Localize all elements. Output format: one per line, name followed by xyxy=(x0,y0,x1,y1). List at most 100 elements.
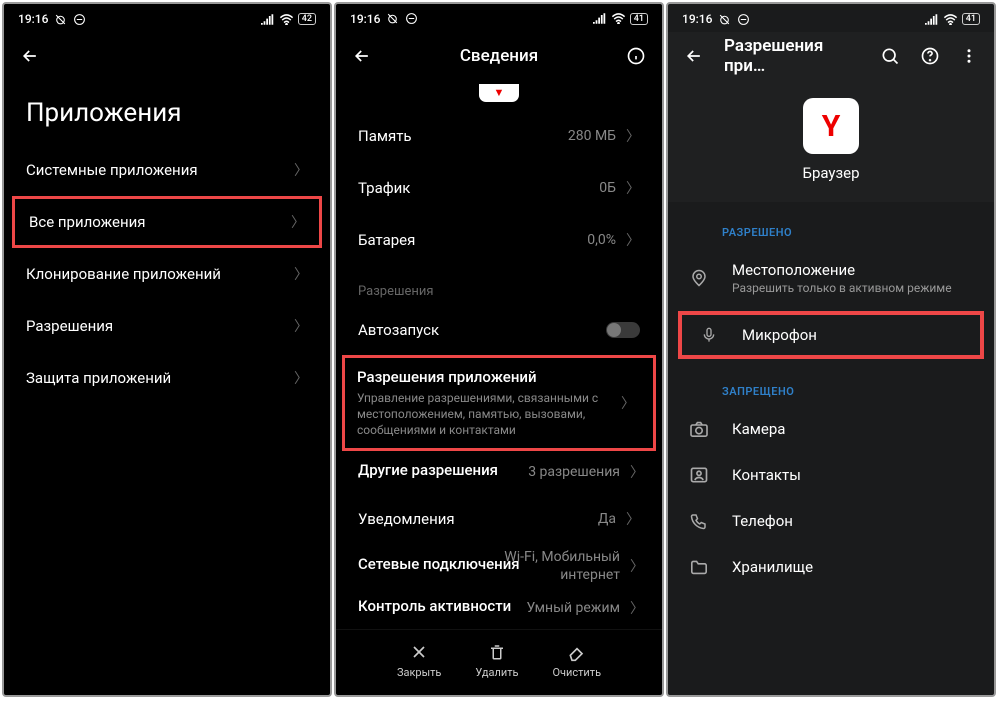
perm-label: Камера xyxy=(732,420,785,438)
section-permissions-label: Разрешения xyxy=(336,266,662,305)
row-value: Да xyxy=(598,511,616,527)
row-value: 0Б xyxy=(599,180,616,196)
row-value: Wi-Fi, Мобильный интернет xyxy=(504,548,620,584)
perm-label: Телефон xyxy=(732,512,793,530)
chevron-right-icon: 〉 xyxy=(294,316,308,336)
row-traffic[interactable]: Трафик 0Б 〉 xyxy=(336,162,662,214)
button-label: Очистить xyxy=(552,666,601,679)
contacts-icon xyxy=(688,466,710,484)
wifi-icon xyxy=(943,14,958,25)
chevron-right-icon: 〉 xyxy=(626,509,640,529)
row-all-apps[interactable]: Все приложения 〉 xyxy=(12,196,322,248)
camera-icon xyxy=(688,421,710,437)
row-activity-control[interactable]: Контроль активности Умный режим〉 xyxy=(336,587,662,629)
battery-icon: 41 xyxy=(962,13,980,25)
row-system-apps[interactable]: Системные приложения 〉 xyxy=(4,144,330,196)
app-icon: Y xyxy=(803,98,859,154)
row-other-permissions[interactable]: Другие разрешения 3 разрешения〉 xyxy=(336,451,662,493)
statusbar: 19:16 42 xyxy=(4,4,330,32)
delete-button[interactable]: Удалить xyxy=(475,642,518,679)
row-app-protection[interactable]: Защита приложений 〉 xyxy=(4,352,330,404)
page-title: Приложения xyxy=(4,80,330,144)
perm-phone[interactable]: Телефон xyxy=(668,498,994,544)
row-battery[interactable]: Батарея 0,0%〉 xyxy=(336,214,662,266)
row-label: Память xyxy=(358,127,412,145)
trash-icon xyxy=(488,642,506,662)
header: Сведения xyxy=(336,32,662,80)
time: 19:16 xyxy=(18,12,48,26)
perm-label: Контакты xyxy=(732,466,801,484)
row-label: Защита приложений xyxy=(26,369,171,387)
app-header: Y Браузер xyxy=(668,80,994,202)
more-icon[interactable] xyxy=(960,47,978,65)
time: 19:16 xyxy=(682,12,712,26)
wifi-icon xyxy=(279,14,294,25)
row-label: Трафик xyxy=(358,179,410,197)
screen-apps: 19:16 42 Приложения Системные приложения… xyxy=(2,2,332,697)
alarm-off-icon xyxy=(718,13,731,26)
perm-camera[interactable]: Камера xyxy=(668,406,994,452)
header xyxy=(4,32,330,80)
back-icon[interactable] xyxy=(20,46,40,66)
alarm-off-icon xyxy=(54,13,67,26)
chevron-right-icon: 〉 xyxy=(291,212,305,232)
statusbar: 19:16 41 xyxy=(336,4,662,32)
section-denied-label: Запрещено xyxy=(668,361,994,406)
battery-icon: 42 xyxy=(298,13,316,25)
row-label: Все приложения xyxy=(29,213,146,231)
row-network[interactable]: Сетевые подключения Wi-Fi, Мобильный инт… xyxy=(336,545,662,587)
signal-icon xyxy=(593,13,607,24)
perm-contacts[interactable]: Контакты xyxy=(668,452,994,498)
dnd-icon xyxy=(405,12,418,25)
microphone-icon xyxy=(698,325,720,345)
button-label: Закрыть xyxy=(397,666,441,679)
statusbar: 19:16 41 xyxy=(668,4,994,32)
time: 19:16 xyxy=(350,12,380,26)
chevron-right-icon: 〉 xyxy=(621,393,635,413)
row-sublabel: Управление разрешениями, связанными с ме… xyxy=(357,390,617,439)
back-icon[interactable] xyxy=(352,46,372,66)
search-icon[interactable] xyxy=(880,46,900,66)
perm-microphone[interactable]: Микрофон xyxy=(692,325,970,345)
section-allowed-label: Разрешено xyxy=(668,202,994,247)
location-icon xyxy=(688,269,710,287)
row-permissions[interactable]: Разрешения 〉 xyxy=(4,300,330,352)
row-autostart[interactable]: Автозапуск xyxy=(336,305,662,355)
signal-icon xyxy=(925,14,939,25)
back-icon[interactable] xyxy=(684,46,704,66)
info-icon[interactable] xyxy=(626,46,646,66)
row-label: Разрешения xyxy=(26,317,113,335)
chevron-right-icon: 〉 xyxy=(626,178,640,198)
dnd-icon xyxy=(737,13,750,26)
close-button[interactable]: Закрыть xyxy=(397,642,441,679)
perm-storage[interactable]: Хранилище xyxy=(668,544,994,590)
row-label: Уведомления xyxy=(358,510,455,528)
autostart-toggle[interactable] xyxy=(606,322,640,338)
header: Разрешения при… xyxy=(668,32,994,80)
bottombar: Закрыть Удалить Очистить xyxy=(336,629,662,695)
chevron-right-icon: 〉 xyxy=(630,556,644,576)
row-notifications[interactable]: Уведомления Да 〉 xyxy=(336,493,662,545)
perm-label: Местоположение xyxy=(732,261,952,279)
row-storage[interactable]: Память 280 МБ〉 xyxy=(336,110,662,162)
alarm-off-icon xyxy=(386,12,399,25)
chevron-right-icon: 〉 xyxy=(294,160,308,180)
clear-button[interactable]: Очистить xyxy=(552,642,601,679)
header-title: Разрешения при… xyxy=(724,36,860,76)
dnd-icon xyxy=(73,13,86,26)
row-value: Умный режим xyxy=(527,600,620,616)
row-value: 3 разрешения xyxy=(528,464,620,480)
help-icon[interactable] xyxy=(920,46,940,66)
chevron-right-icon: 〉 xyxy=(630,598,644,618)
signal-icon xyxy=(261,14,275,25)
row-label: Разрешения приложений xyxy=(357,368,641,386)
chevron-right-icon: 〉 xyxy=(294,264,308,284)
perm-label: Микрофон xyxy=(742,326,817,344)
perm-location[interactable]: Местоположение Разрешить только в активн… xyxy=(668,247,994,309)
battery-icon: 41 xyxy=(630,13,648,25)
row-value: 0,0% xyxy=(587,232,616,248)
row-app-permissions[interactable]: Разрешения приложений Управление разреше… xyxy=(342,355,656,452)
chevron-right-icon: 〉 xyxy=(294,368,308,388)
row-label: Автозапуск xyxy=(358,321,439,339)
row-clone-apps[interactable]: Клонирование приложений 〉 xyxy=(4,248,330,300)
